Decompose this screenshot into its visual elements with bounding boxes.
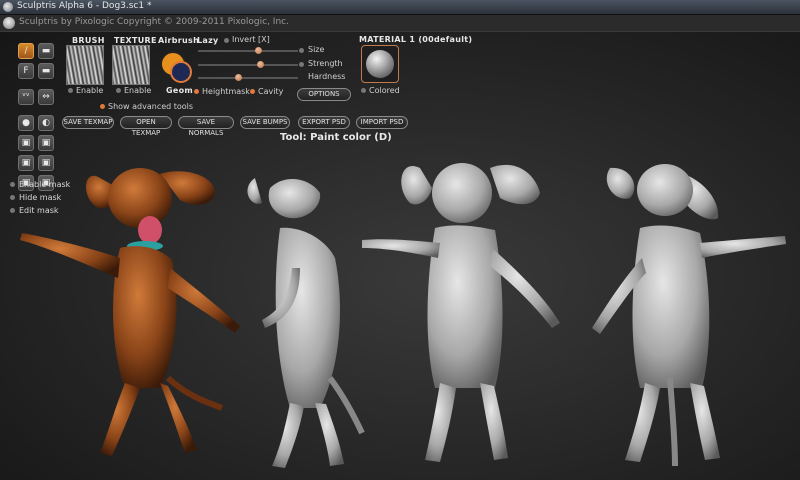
cavity-toggle[interactable] (250, 89, 255, 94)
painted-dog-model[interactable] (20, 168, 240, 456)
save-bumps-button[interactable]: SAVE BUMPS (240, 116, 290, 129)
lazy-label[interactable]: Lazy (197, 36, 219, 45)
geom-label[interactable]: Geom (166, 86, 193, 95)
window-title-bar: Sculptris Alpha 6 - Dog3.sc1 * (0, 0, 800, 15)
brush-label: BRUSH (72, 36, 105, 45)
strength-slider-knob[interactable] (257, 61, 264, 68)
smooth-icon[interactable]: ▬ (38, 43, 54, 59)
paint-brush-icon[interactable]: / (18, 43, 34, 59)
airbrush-label[interactable]: Airbrush (158, 36, 199, 45)
strength-indicator (299, 62, 304, 67)
brush-thumbnail[interactable] (66, 45, 104, 85)
import-psd-button[interactable]: IMPORT PSD (356, 116, 408, 129)
wave-icon[interactable]: ᵛᵛ (18, 89, 34, 105)
invert-toggle[interactable] (224, 38, 229, 43)
mesh-dog-back-view[interactable] (592, 164, 786, 467)
current-tool-label: Tool: Paint color (D) (280, 132, 392, 143)
flatten-icon[interactable]: ▬ (38, 63, 54, 79)
material-title: MATERIAL 1 (00default) (359, 35, 473, 44)
hardness-slider-track[interactable] (198, 77, 298, 79)
secondary-color-swatch[interactable] (170, 61, 192, 83)
mesh-dog-side-view[interactable] (247, 178, 365, 468)
texture-label: TEXTURE (114, 36, 157, 45)
model-views (20, 163, 786, 468)
strength-slider-track[interactable] (198, 64, 298, 66)
app-header: Sculptris by Pixologic Copyright © 2009-… (0, 15, 800, 32)
material-sphere-icon (366, 50, 394, 78)
move-icon[interactable]: ⇔ (38, 89, 54, 105)
options-button[interactable]: OPTIONS (297, 88, 351, 101)
advanced-tools-label: Show advanced tools (108, 102, 194, 111)
sphere-icon[interactable]: ● (18, 115, 34, 131)
size-indicator (299, 48, 304, 53)
sculptris-logo-icon (3, 17, 15, 29)
size-slider-knob[interactable] (255, 47, 262, 54)
invert-label: Invert [X] (232, 35, 270, 44)
app-name: Sculptris by Pixologic (19, 17, 115, 27)
brush-enable-label: Enable (76, 86, 104, 95)
rotate-icon[interactable]: ◐ (38, 115, 54, 131)
brush-enable-toggle[interactable] (68, 88, 73, 93)
material-preview[interactable] (361, 45, 399, 83)
heightmask-toggle[interactable] (194, 89, 199, 94)
colored-label: Colored (369, 86, 400, 95)
export-psd-button[interactable]: EXPORT PSD (298, 116, 350, 129)
advanced-tools-toggle[interactable] (100, 104, 105, 109)
save-normals-button[interactable]: SAVE NORMALS (178, 116, 234, 137)
heightmask-label: Heightmask (202, 87, 250, 96)
save-texmap-button[interactable]: SAVE TEXMAP (62, 116, 114, 129)
mesh-dog-front-view[interactable] (362, 163, 560, 462)
strength-label: Strength (308, 59, 343, 68)
window-title: Sculptris Alpha 6 - Dog3.sc1 * (17, 1, 152, 11)
texture-enable-toggle[interactable] (116, 88, 121, 93)
colored-toggle[interactable] (361, 88, 366, 93)
copyright-text: Copyright © 2009-2011 Pixologic, Inc. (117, 17, 289, 27)
fill-icon[interactable]: F (18, 63, 34, 79)
cavity-label: Cavity (258, 87, 284, 96)
texture-enable-label: Enable (124, 86, 152, 95)
hardness-label: Hardness (308, 72, 346, 81)
app-logo-icon (3, 2, 13, 12)
open-texmap-button[interactable]: OPEN TEXMAP (120, 116, 172, 137)
hardness-slider-knob[interactable] (235, 74, 242, 81)
size-slider-track[interactable] (198, 50, 298, 52)
size-label: Size (308, 45, 325, 54)
texture-thumbnail[interactable] (112, 45, 150, 85)
